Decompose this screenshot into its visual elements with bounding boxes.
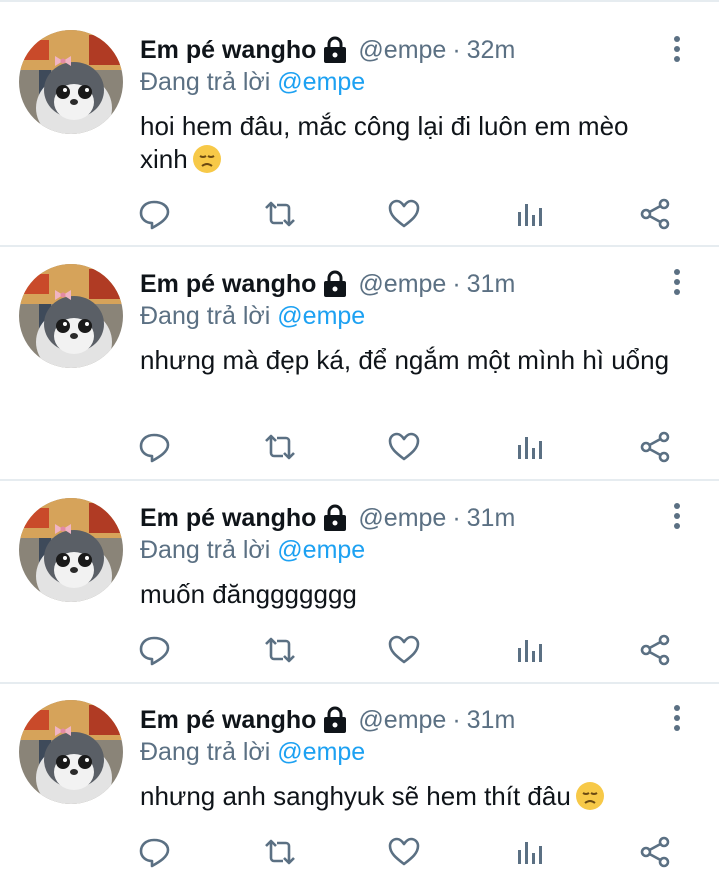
timestamp[interactable]: 31m <box>467 270 516 299</box>
like-icon[interactable] <box>386 196 422 232</box>
reply-prefix: Đang trả lời <box>140 68 271 96</box>
tweet-header: Em pé wangho @empe · 31m <box>140 502 515 534</box>
lock-icon <box>322 706 348 734</box>
avatar[interactable] <box>19 30 123 134</box>
avatar[interactable] <box>19 498 123 602</box>
retweet-icon[interactable] <box>262 429 298 465</box>
display-name[interactable]: Em pé wangho <box>140 504 316 533</box>
lock-icon <box>322 270 348 298</box>
lock-icon <box>322 36 348 64</box>
replying-to: Đang trả lời @empe <box>140 736 365 768</box>
tweet-text-content: muốn đănggggggg <box>140 579 357 609</box>
tweet-text: muốn đănggggggg <box>140 578 680 611</box>
avatar[interactable] <box>19 700 123 804</box>
avatar[interactable] <box>19 264 123 368</box>
separator-dot: · <box>452 705 461 734</box>
analytics-icon[interactable] <box>512 632 548 668</box>
reply-prefix: Đang trả lời <box>140 738 271 766</box>
reply-icon[interactable] <box>137 429 173 465</box>
share-icon[interactable] <box>637 632 673 668</box>
tweet-header: Em pé wangho @empe · 31m <box>140 268 515 300</box>
display-name[interactable]: Em pé wangho <box>140 706 316 735</box>
replying-to: Đang trả lời @empe <box>140 66 365 98</box>
reply-prefix: Đang trả lời <box>140 536 271 564</box>
analytics-icon[interactable] <box>512 429 548 465</box>
reply-icon[interactable] <box>137 632 173 668</box>
user-handle[interactable]: @empe <box>358 504 446 533</box>
reply-icon[interactable] <box>137 196 173 232</box>
display-name[interactable]: Em pé wangho <box>140 36 316 65</box>
share-icon[interactable] <box>637 429 673 465</box>
tweet-item[interactable]: Em pé wangho @empe · 31m Đang trả lời @e… <box>0 481 719 684</box>
reply-prefix: Đang trả lời <box>140 302 271 330</box>
tweet-text: nhưng mà đẹp ká, để ngắm một mình hì uổn… <box>140 344 680 377</box>
separator-dot: · <box>452 503 461 532</box>
timestamp[interactable]: 32m <box>467 36 516 65</box>
replying-to: Đang trả lời @empe <box>140 534 365 566</box>
separator-dot: · <box>452 35 461 64</box>
like-icon[interactable] <box>386 429 422 465</box>
tweet-header: Em pé wangho @empe · 31m <box>140 704 515 736</box>
user-handle[interactable]: @empe <box>358 706 446 735</box>
user-handle[interactable]: @empe <box>358 36 446 65</box>
replying-to: Đang trả lời @empe <box>140 300 365 332</box>
lock-icon <box>322 504 348 532</box>
reply-mention-link[interactable]: @empe <box>277 68 365 96</box>
disappointed-face-icon <box>575 781 605 811</box>
tweet-header: Em pé wangho @empe · 32m <box>140 34 515 66</box>
share-icon[interactable] <box>637 196 673 232</box>
tweet-item[interactable]: Em pé wangho @empe · 31m Đang trả lời @e… <box>0 684 719 885</box>
like-icon[interactable] <box>386 834 422 870</box>
tweet-item[interactable]: Em pé wangho @empe · 32m Đang trả lời @e… <box>0 0 719 247</box>
reply-mention-link[interactable]: @empe <box>277 302 365 330</box>
separator-dot: · <box>452 269 461 298</box>
more-vertical-icon[interactable] <box>668 34 686 64</box>
more-vertical-icon[interactable] <box>668 703 686 733</box>
more-vertical-icon[interactable] <box>668 501 686 531</box>
analytics-icon[interactable] <box>512 196 548 232</box>
timestamp[interactable]: 31m <box>467 504 516 533</box>
share-icon[interactable] <box>637 834 673 870</box>
tweet-text-content: nhưng mà đẹp ká, để ngắm một mình hì uổn… <box>140 345 670 375</box>
retweet-icon[interactable] <box>262 196 298 232</box>
reply-mention-link[interactable]: @empe <box>277 536 365 564</box>
disappointed-face-icon <box>192 144 222 174</box>
timestamp[interactable]: 31m <box>467 706 516 735</box>
user-handle[interactable]: @empe <box>358 270 446 299</box>
tweet-text: nhưng anh sanghyuk sẽ hem thít đâu <box>140 780 680 813</box>
reply-mention-link[interactable]: @empe <box>277 738 365 766</box>
retweet-icon[interactable] <box>262 632 298 668</box>
like-icon[interactable] <box>386 632 422 668</box>
reply-icon[interactable] <box>137 834 173 870</box>
analytics-icon[interactable] <box>512 834 548 870</box>
tweet-text-content: nhưng anh sanghyuk sẽ hem thít đâu <box>140 781 571 811</box>
retweet-icon[interactable] <box>262 834 298 870</box>
more-vertical-icon[interactable] <box>668 267 686 297</box>
display-name[interactable]: Em pé wangho <box>140 270 316 299</box>
tweet-text: hoi hem đâu, mắc công lại đi luôn em mèo… <box>140 110 680 176</box>
tweet-item[interactable]: Em pé wangho @empe · 31m Đang trả lời @e… <box>0 247 719 481</box>
